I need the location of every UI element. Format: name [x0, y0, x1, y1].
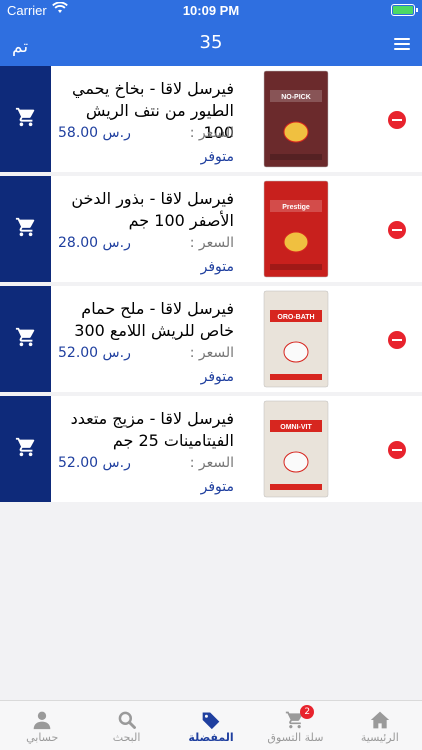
menu-icon[interactable]	[394, 38, 410, 50]
price-value: ر.س 28.00	[58, 235, 131, 251]
tab-label: المفضلة	[188, 731, 234, 744]
svg-text:NO-PICK: NO-PICK	[281, 94, 311, 101]
availability-status: متوفر	[200, 149, 234, 165]
svg-text:Prestige: Prestige	[282, 204, 310, 211]
favorite-item[interactable]: فيرسل لاقا - ملح حمام خاص للريش اللامع 3…	[0, 286, 422, 392]
home-icon	[338, 710, 422, 730]
tab-label: سلة التسوق	[267, 731, 324, 744]
tag-icon	[169, 710, 253, 730]
product-image[interactable]: ORO-BATH	[262, 290, 330, 388]
cart-icon	[253, 710, 337, 730]
product-image[interactable]: Prestige	[262, 180, 330, 278]
price-label: السعر :	[189, 235, 234, 251]
svg-text:OMNI-VIT: OMNI-VIT	[280, 424, 312, 431]
add-to-cart-button[interactable]	[0, 396, 51, 502]
cart-icon	[15, 216, 37, 242]
price-row: السعر : ر.س 28.00	[54, 235, 234, 251]
tab-tag[interactable]: المفضلة	[169, 701, 253, 750]
favorite-item[interactable]: فيرسل لاقا - بخاخ يحمي الطيور من نتف الر…	[0, 66, 422, 172]
tab-home[interactable]: الرئيسية	[338, 701, 422, 750]
tab-person[interactable]: حسابي	[0, 701, 84, 750]
favorite-item[interactable]: فيرسل لاقا - بذور الدخن الأصفر 100 جم الس…	[0, 176, 422, 282]
add-to-cart-button[interactable]	[0, 66, 51, 172]
product-name[interactable]: فيرسل لاقا - ملح حمام خاص للريش اللامع 3…	[54, 298, 234, 342]
price-row: السعر : ر.س 52.00	[54, 455, 234, 471]
price-label: السعر :	[189, 125, 234, 141]
price-label: السعر :	[189, 455, 234, 471]
status-time: 10:09 PM	[182, 3, 240, 18]
tab-label: البحث	[112, 731, 141, 744]
item-count: 35	[199, 32, 223, 53]
tab-label: حسابي	[26, 731, 59, 744]
status-bar: Carrier 10:09 PM	[0, 0, 422, 22]
nav-row: تم 35	[0, 22, 422, 66]
price-row: السعر : ر.س 52.00	[54, 345, 234, 361]
availability-status: متوفر	[200, 479, 234, 495]
tab-cart[interactable]: سلة التسوق 2	[253, 701, 337, 750]
battery-icon	[391, 4, 418, 16]
tab-label: الرئيسية	[360, 731, 399, 744]
search-icon	[84, 710, 168, 730]
remove-icon[interactable]	[388, 111, 406, 129]
product-image[interactable]: NO-PICK	[262, 70, 330, 168]
add-to-cart-button[interactable]	[0, 286, 51, 392]
add-to-cart-button[interactable]	[0, 176, 51, 282]
price-label: السعر :	[189, 345, 234, 361]
remove-icon[interactable]	[388, 221, 406, 239]
tab-search[interactable]: البحث	[84, 701, 168, 750]
svg-text:ORO-BATH: ORO-BATH	[277, 314, 314, 321]
favorites-list: فيرسل لاقا - بخاخ يحمي الطيور من نتف الر…	[0, 66, 422, 506]
header: Carrier 10:09 PM تم 35	[0, 0, 422, 66]
favorite-item[interactable]: فيرسل لاقا - مزيج متعدد الفيتامينات 25 ج…	[0, 396, 422, 502]
cart-icon	[15, 436, 37, 462]
cart-icon	[15, 106, 37, 132]
remove-icon[interactable]	[388, 441, 406, 459]
availability-status: متوفر	[200, 259, 234, 275]
availability-status: متوفر	[200, 369, 234, 385]
price-row: السعر : ر.س 58.00	[54, 125, 234, 141]
remove-icon[interactable]	[388, 331, 406, 349]
price-value: ر.س 58.00	[58, 125, 131, 141]
product-name[interactable]: فيرسل لاقا - بذور الدخن الأصفر 100 جم	[54, 188, 234, 232]
price-value: ر.س 52.00	[58, 345, 131, 361]
person-icon	[0, 710, 84, 730]
product-image[interactable]: OMNI-VIT	[262, 400, 330, 498]
product-name[interactable]: فيرسل لاقا - مزيج متعدد الفيتامينات 25 ج…	[54, 408, 234, 452]
cart-icon	[15, 326, 37, 352]
price-value: ر.س 52.00	[58, 455, 131, 471]
tab-bar: حسابي البحث المفضلة سلة التسوق 2 الرئيسية	[0, 700, 422, 750]
